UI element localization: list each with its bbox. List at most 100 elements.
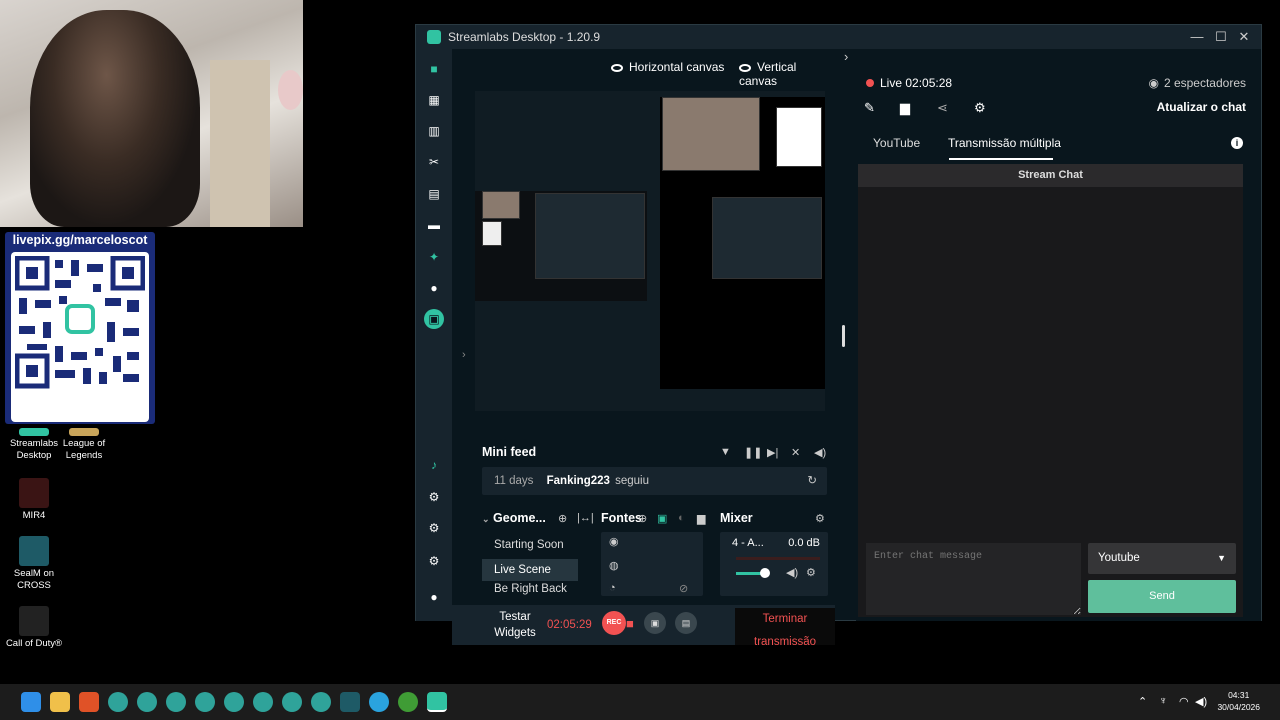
edge-icon[interactable] [311,692,331,712]
share-icon[interactable]: ⋖ [937,100,948,116]
folder-icon[interactable]: ▆ [697,512,705,525]
expand-arrow-icon[interactable]: › [462,349,466,361]
desktop-icon-sealm[interactable]: SealM on CROSS [4,536,64,592]
replay-icon[interactable]: ↻ [807,467,817,495]
chevron-down-icon[interactable]: ⌄ [482,514,490,524]
rec-button[interactable]: REC [602,611,626,635]
schedule-icon[interactable]: ▤ [675,612,697,634]
source-canvas-icon[interactable]: ▣ [657,512,667,525]
plugins-nav-icon[interactable]: ⚙ [426,520,442,536]
visibility-off-icon[interactable]: ⊘ [679,582,688,595]
tools-nav-icon[interactable]: ✂ [426,154,442,170]
screen-capture-source[interactable] [712,197,822,279]
send-button[interactable]: Send [1088,580,1236,613]
add-scene-icon[interactable]: ⊕ [558,512,567,525]
clock[interactable]: 04:31 30/04/2026 [1217,689,1260,713]
desktop-icon-mir4[interactable]: MIR4 [4,478,64,522]
horizontal-canvas-toggle[interactable]: Horizontal canvas [611,60,724,74]
speaker-icon[interactable]: ◀) [1195,695,1207,708]
tab-youtube[interactable]: YouTube [873,136,920,150]
qr-source[interactable] [482,221,502,246]
wifi-icon[interactable]: ◠ [1179,695,1189,708]
skip-icon[interactable]: ▶| [767,446,778,459]
feed-event-row[interactable]: 11 days Fanking223 seguiu ↻ [482,467,827,495]
stop-icon[interactable]: ■ [626,616,634,631]
webcam-source[interactable] [482,191,520,219]
screen-capture-source[interactable] [535,193,645,279]
collapse-chat-icon[interactable]: › [844,49,848,64]
settings-icon[interactable]: ⚙ [974,100,986,116]
apps-nav-icon[interactable]: ▬ [426,217,442,233]
pause-icon[interactable]: ❚❚ [744,446,762,459]
chat-message-input[interactable] [866,543,1081,615]
brave-icon[interactable] [79,692,99,712]
mute-alerts-icon[interactable]: ✕ [791,446,800,459]
scene-transition-icon[interactable]: |↔| [577,512,594,524]
caret-down-icon: ▼ [1217,553,1226,563]
qr-source[interactable] [776,107,822,167]
tiktok-nav-icon[interactable]: ♪ [426,457,442,473]
test-widgets-button[interactable]: Testar Widgets [492,609,538,641]
streamlabs-app-nav-icon[interactable]: ▣ [424,309,444,329]
edge-icon[interactable] [195,692,215,712]
add-source-icon[interactable]: ⊕ [638,512,647,525]
desktop-icon-label: MIR4 [22,510,46,521]
edit-stream-icon[interactable]: ✎ [864,100,875,116]
highlighter-nav-icon[interactable]: ● [426,280,442,296]
integrations-nav-icon[interactable]: ⚙ [426,489,442,505]
edge-icon[interactable] [137,692,157,712]
xbox-icon[interactable] [398,692,418,712]
telegram-icon[interactable] [369,692,389,712]
library-nav-icon[interactable]: ▥ [426,123,442,139]
tab-multistream[interactable]: Transmissão múltipla [948,136,1061,150]
filter-icon[interactable]: ▼ [720,446,731,458]
dashboard-nav-icon[interactable]: ▦ [426,92,442,108]
volume-slider-handle[interactable] [760,568,770,578]
speaker-icon[interactable]: ◀) [786,566,798,579]
settings-nav-icon[interactable]: ⚙ [426,553,442,569]
windows-start-icon[interactable] [21,692,41,712]
volume-icon[interactable]: ◀) [814,446,826,459]
desktop-icon-league[interactable]: League of Legends [54,428,114,462]
scene-item-active[interactable]: Live Scene [482,559,578,581]
file-explorer-icon[interactable] [50,692,70,712]
edge-icon[interactable] [166,692,186,712]
platform-select[interactable]: Youtube ▼ [1088,543,1236,574]
panel-splitter[interactable] [842,325,845,347]
vertical-canvas-toggle[interactable]: Vertical canvas [739,60,835,88]
sources-list[interactable]: ◉ ◍ ◔ ⊘ [601,532,703,596]
scene-item[interactable]: Starting Soon [482,534,578,556]
vertical-canvas-preview[interactable] [660,97,825,389]
folder-icon[interactable]: ▆ [900,100,910,116]
streamlabs-taskbar-icon[interactable] [427,692,447,712]
mixer-channel-label: 4 - A... [732,537,764,549]
save-replay-icon[interactable]: ▣ [644,612,666,634]
editor-nav-icon[interactable]: ■ [426,61,442,77]
ai-nav-icon[interactable]: ✦ [426,249,442,265]
horizontal-canvas-preview[interactable] [475,191,647,301]
mixer-settings-icon[interactable]: ⚙ [815,512,825,525]
webcam-source[interactable] [662,97,760,171]
chevron-up-icon[interactable]: ⌃ [1138,695,1147,708]
title-bar[interactable]: Streamlabs Desktop - 1.20.9 — ☐ ✕ [416,25,1261,49]
edge-icon[interactable] [224,692,244,712]
minimize-button[interactable]: — [1187,28,1207,46]
maximize-button[interactable]: ☐ [1211,28,1231,46]
refresh-chat-button[interactable]: Atualizar o chat [1157,100,1246,114]
store-nav-icon[interactable]: ▤ [426,186,442,202]
edge-icon[interactable] [108,692,128,712]
studio-preview[interactable] [475,91,825,411]
scene-item[interactable]: Be Right Back [482,582,578,596]
profile-nav-icon[interactable]: ● [426,589,442,605]
desktop-icon-callofduty[interactable]: Call of Duty® [4,606,64,650]
channel-settings-icon[interactable]: ⚙ [806,566,816,579]
sealm-taskbar-icon[interactable] [340,692,360,712]
source-visibility-icon[interactable]: ◐ [678,512,685,524]
close-button[interactable]: ✕ [1234,28,1254,46]
end-stream-button[interactable]: Terminar transmissão [735,608,835,648]
microphone-icon[interactable]: ♆ [1159,695,1167,707]
edge-icon[interactable] [282,692,302,712]
editor-footer: Testar Widgets 02:05:29 REC ■ ▣ ▤ Termin… [452,605,835,648]
edge-icon[interactable] [253,692,273,712]
info-icon[interactable]: i [1231,137,1243,149]
